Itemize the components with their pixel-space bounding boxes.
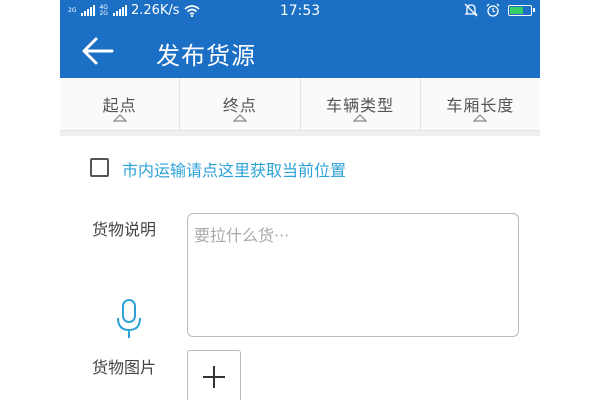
city-transport-checkbox[interactable] — [90, 158, 109, 177]
battery-icon — [508, 4, 535, 16]
microphone-icon[interactable] — [116, 298, 142, 340]
battery-fill — [510, 6, 524, 14]
phone-screen: 2G 4G 2G 2.26K/s 17:53 发布货源 起点 终点 车辆类型 车… — [60, 0, 540, 400]
alarm-icon — [486, 3, 500, 17]
cargo-image-label: 货物图片 — [92, 358, 157, 377]
triangle-up-icon — [473, 114, 488, 122]
triangle-up-icon — [353, 114, 368, 122]
triangle-up-icon — [232, 114, 247, 122]
bell-off-icon — [464, 3, 478, 17]
get-location-link[interactable]: 市内运输请点这里获取当前位置 — [122, 157, 346, 181]
arrow-left-icon[interactable] — [80, 35, 116, 67]
title-bar: 发布货源 — [60, 24, 540, 78]
plus-icon — [203, 366, 225, 388]
cargo-desc-input[interactable] — [187, 213, 519, 337]
form-card: 市内运输请点这里获取当前位置 货物说明 货物图片 — [60, 136, 540, 400]
triangle-up-icon — [112, 114, 127, 122]
filter-bar: 起点 终点 车辆类型 车厢长度 — [60, 78, 540, 131]
filter-origin[interactable]: 起点 — [60, 78, 181, 130]
filter-vehicle-type[interactable]: 车辆类型 — [301, 78, 421, 130]
status-right — [464, 3, 535, 17]
filter-cargo-length[interactable]: 车厢长度 — [421, 78, 540, 130]
filter-destination[interactable]: 终点 — [180, 78, 301, 130]
filter-label: 车厢长度 — [446, 96, 515, 115]
status-bar: 2G 4G 2G 2.26K/s 17:53 — [60, 0, 540, 24]
filter-label: 起点 — [102, 96, 137, 115]
page-title: 发布货源 — [156, 42, 256, 70]
add-image-button[interactable] — [187, 350, 241, 400]
filter-label: 终点 — [222, 96, 257, 115]
cargo-desc-label: 货物说明 — [92, 220, 157, 239]
filter-label: 车辆类型 — [326, 96, 395, 115]
